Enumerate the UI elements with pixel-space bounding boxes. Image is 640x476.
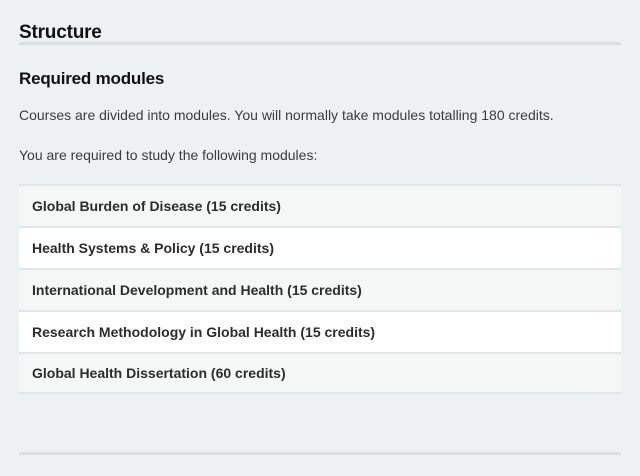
required-modules-heading: Required modules [19,69,165,88]
modules-instruction-text: You are required to study the following … [19,147,318,163]
course-structure-page: Structure Required modules Courses are d… [0,0,640,476]
required-modules-list: Global Burden of Disease (15 credits) He… [19,184,621,394]
section-title: Structure [19,22,102,43]
modules-intro-text: Courses are divided into modules. You wi… [19,107,554,123]
module-item: Global Burden of Disease (15 credits) [19,184,621,226]
module-item: Global Health Dissertation (60 credits) [19,352,621,394]
module-item: International Development and Health (15… [19,268,621,310]
module-item: Health Systems & Policy (15 credits) [19,226,621,268]
module-item: Research Methodology in Global Health (1… [19,310,621,352]
bottom-divider [19,452,621,455]
